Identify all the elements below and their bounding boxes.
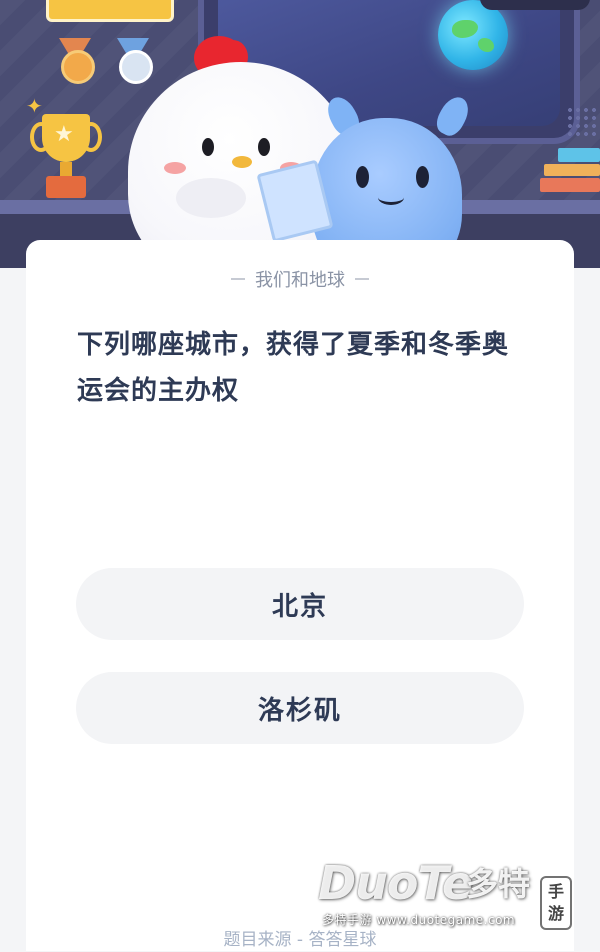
- question-text: 下列哪座城市，获得了夏季和冬季奥运会的主办权: [77, 330, 510, 406]
- answer-option-label: 洛杉矶: [257, 695, 342, 726]
- plaque-decoration: [46, 0, 174, 22]
- planet-icon: [438, 0, 508, 70]
- watermark-brand-cn: 多特: [466, 865, 531, 903]
- watermark: DuoTe 多特 手 游 多特手游 www.duotegame.com: [318, 856, 574, 938]
- answer-option-1[interactable]: 北京: [76, 568, 524, 640]
- header-banner: ✦ ★: [0, 0, 600, 268]
- trophy-icon: ★: [30, 114, 102, 204]
- corner-pill: [480, 0, 590, 10]
- divider: [231, 278, 245, 280]
- books-icon: [540, 148, 600, 200]
- watermark-url: 多特手游 www.duotegame.com: [322, 913, 516, 927]
- answer-option-label: 北京: [271, 591, 328, 622]
- watermark-brand: DuoTe: [318, 856, 473, 910]
- quiz-category: 我们和地球: [0, 264, 600, 294]
- category-label: 我们和地球: [255, 270, 345, 291]
- watermark-seal: 手 游: [540, 876, 572, 930]
- divider: [355, 278, 369, 280]
- medal-bronze-icon: [53, 38, 97, 86]
- sparkle-icon: ✦: [26, 94, 43, 118]
- answer-option-2[interactable]: 洛杉矶: [76, 672, 524, 744]
- dot-grid-decoration: [566, 106, 596, 136]
